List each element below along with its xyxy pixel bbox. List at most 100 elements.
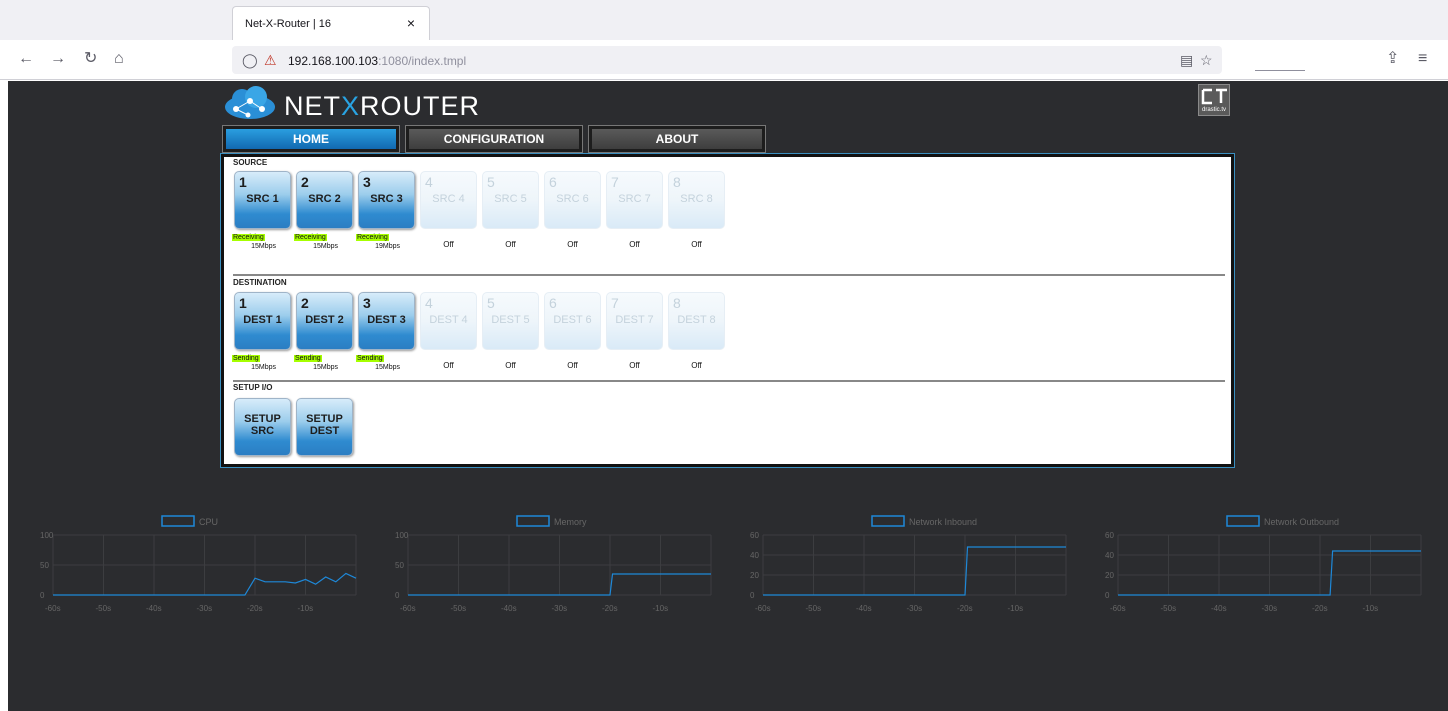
x-tick-label: -60s <box>755 604 771 613</box>
x-tick-label: -50s <box>96 604 112 613</box>
url-text[interactable]: 192.168.100.103:1080/index.tmpl <box>288 54 466 68</box>
share-icon[interactable]: ⇪ <box>1386 51 1399 67</box>
bookmark-star-icon[interactable]: ☆ <box>1200 52 1213 69</box>
forward-icon[interactable]: → <box>50 51 66 67</box>
status-badge: Sending <box>356 355 384 362</box>
src-button-label: SRC 7 <box>618 193 651 205</box>
chart-svg: CPU 100 50 0-60s -50s -40s -30s -20s -10s <box>40 515 357 613</box>
logo-suffix: ROUTER <box>360 91 481 121</box>
dest-button-label: DEST 2 <box>305 314 344 326</box>
menu-icon[interactable]: ≡ <box>1418 51 1427 67</box>
x-tick-label: -20s <box>247 604 263 613</box>
reader-view-icon[interactable]: ▤ <box>1180 52 1193 69</box>
src-status: Off <box>567 240 578 249</box>
src-status: Off <box>443 240 454 249</box>
src-button-number: 5 <box>487 174 495 190</box>
x-tick-label: -50s <box>451 604 467 613</box>
src-status: Off <box>629 240 640 249</box>
shield-icon[interactable]: ◯ <box>242 52 258 69</box>
dest-button-8[interactable]: 8 DEST 8 <box>668 292 725 350</box>
dest-status: Sending <box>356 355 384 362</box>
src-button-3[interactable]: 3 SRC 3 <box>358 171 415 229</box>
tab-about[interactable]: ABOUT <box>588 125 766 153</box>
legend-swatch <box>516 515 550 527</box>
dest-status: Off <box>629 361 640 370</box>
dest-status: Sending <box>294 355 322 362</box>
home-panel: SOURCE 1 SRC 1 Receiving 15Mbps 2 SRC 2 Receiv… <box>220 153 1235 468</box>
x-tick-label: -40s <box>501 604 517 613</box>
y-tick-label: 50 <box>40 561 49 570</box>
setup-dest-button[interactable]: SETUP DEST <box>296 398 353 456</box>
browser-tab[interactable]: Net-X-Router | 16 × <box>232 6 430 40</box>
dest-button-3[interactable]: 3 DEST 3 <box>358 292 415 350</box>
tab-about-label: ABOUT <box>592 129 762 149</box>
dest-button-2[interactable]: 2 DEST 2 <box>296 292 353 350</box>
logo-text: NETXROUTER <box>284 91 480 122</box>
tab-title: Net-X-Router | 16 <box>245 18 332 30</box>
dest-button-label: DEST 1 <box>243 314 282 326</box>
dest-rate: 15Mbps <box>375 364 400 371</box>
status-badge: Sending <box>232 355 260 362</box>
x-tick-label: -40s <box>856 604 872 613</box>
src-button-2[interactable]: 2 SRC 2 <box>296 171 353 229</box>
src-button-8[interactable]: 8 SRC 8 <box>668 171 725 229</box>
dest-status: Off <box>567 361 578 370</box>
src-button-label: SRC 6 <box>556 193 589 205</box>
dest-status: Off <box>443 361 454 370</box>
dest-button-5[interactable]: 5 DEST 5 <box>482 292 539 350</box>
toolbar-divider <box>1255 70 1305 71</box>
legend-swatch <box>161 515 195 527</box>
reload-icon[interactable]: ↻ <box>84 51 97 67</box>
src-button-6[interactable]: 6 SRC 6 <box>544 171 601 229</box>
x-tick-label: -10s <box>1363 604 1379 613</box>
setup-dest-label: SETUP DEST <box>297 413 352 437</box>
status-badge: Receiving <box>294 234 327 241</box>
dest-button-1[interactable]: 1 DEST 1 <box>234 292 291 350</box>
source-section-label: SOURCE <box>233 158 268 167</box>
src-button-number: 3 <box>363 174 371 190</box>
src-button-7[interactable]: 7 SRC 7 <box>606 171 663 229</box>
src-button-1[interactable]: 1 SRC 1 <box>234 171 291 229</box>
src-rate: 15Mbps <box>251 243 276 250</box>
x-tick-label: -20s <box>957 604 973 613</box>
src-rate: 15Mbps <box>313 243 338 250</box>
chart-network-outbound: Network Outbound 60 40 20 0 -60s -50s -40s -30s -… <box>1081 511 1422 621</box>
tab-configuration[interactable]: CONFIGURATION <box>405 125 583 153</box>
chart-legend-label: Network Inbound <box>909 517 977 527</box>
dest-button-label: DEST 5 <box>491 314 530 326</box>
y-tick-label: 0 <box>750 591 755 600</box>
setup-src-line2: SRC <box>250 425 275 437</box>
x-tick-label: -40s <box>146 604 162 613</box>
setup-dest-line2: DEST <box>309 425 340 437</box>
url-host: 192.168.100.103 <box>288 54 379 68</box>
insecure-lock-icon[interactable]: ⚠ <box>264 52 277 69</box>
brand-text: drastic.tv <box>1202 107 1227 113</box>
src-button-4[interactable]: 4 SRC 4 <box>420 171 477 229</box>
setup-dest-line1: SETUP <box>306 413 343 425</box>
netxrouter-logo: NETXROUTER <box>222 85 479 121</box>
src-button-label: SRC 5 <box>494 193 527 205</box>
y-tick-label: 20 <box>1105 571 1114 580</box>
home-icon[interactable]: ⌂ <box>114 51 124 67</box>
back-icon[interactable]: ← <box>18 51 34 67</box>
url-bar[interactable]: ◯ ⚠ 192.168.100.103:1080/index.tmpl ▤ ☆ <box>232 46 1222 74</box>
chart-svg: Memory 100 50 0-60s -50s -40s -30s -20s -10s <box>395 515 712 613</box>
close-icon[interactable]: × <box>407 15 415 31</box>
destination-section-label: DESTINATION <box>233 278 287 287</box>
src-status: Receiving <box>294 234 327 241</box>
src-rate: 19Mbps <box>375 243 400 250</box>
dest-button-7[interactable]: 7 DEST 7 <box>606 292 663 350</box>
chart-legend-label: Network Outbound <box>1264 517 1339 527</box>
src-button-number: 7 <box>611 174 619 190</box>
src-button-number: 6 <box>549 174 557 190</box>
y-tick-label: 60 <box>1105 531 1114 540</box>
dest-button-number: 5 <box>487 295 495 311</box>
dest-button-6[interactable]: 6 DEST 6 <box>544 292 601 350</box>
dest-button-label: DEST 7 <box>615 314 654 326</box>
setup-src-button[interactable]: SETUP SRC <box>234 398 291 456</box>
src-button-5[interactable]: 5 SRC 5 <box>482 171 539 229</box>
dest-button-4[interactable]: 4 DEST 4 <box>420 292 477 350</box>
y-tick-label: 100 <box>395 531 409 540</box>
src-status: Off <box>505 240 516 249</box>
tab-home[interactable]: HOME <box>222 125 400 153</box>
